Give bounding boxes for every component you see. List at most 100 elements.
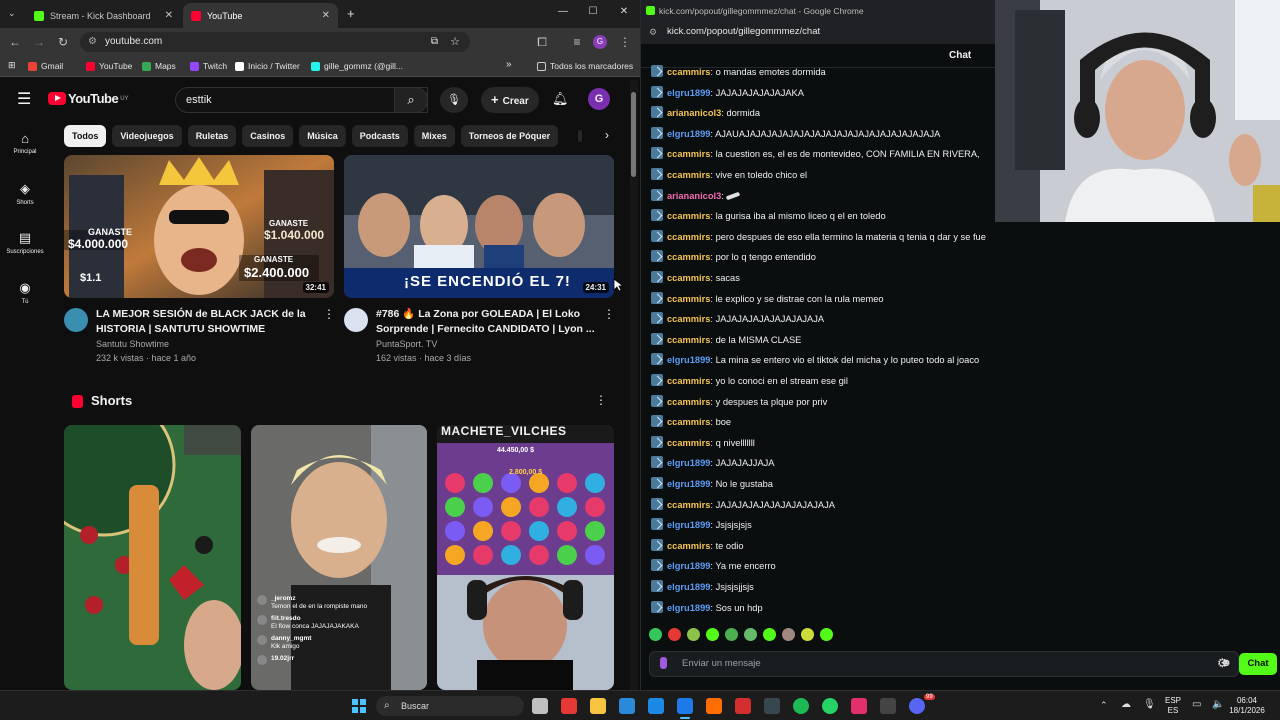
chat-username[interactable]: elgru1899: [667, 355, 710, 365]
language-indicator[interactable]: ESP ES: [1162, 696, 1184, 716]
chat-username[interactable]: ccammirs: [667, 211, 710, 221]
guide-item[interactable]: ◉ Tú: [0, 280, 50, 305]
tab-youtube[interactable]: YouTube ✕: [183, 3, 338, 28]
emote-icon[interactable]: [820, 628, 833, 641]
reload-icon[interactable]: ↻: [56, 35, 70, 49]
forward-icon[interactable]: →: [32, 35, 46, 49]
taskbar-search-box[interactable]: ⌕ Buscar: [376, 696, 524, 716]
browser-menu-icon[interactable]: ⋮: [618, 35, 632, 49]
chat-username[interactable]: ccammirs: [667, 541, 710, 551]
guide-item[interactable]: ▤ Suscripciones: [0, 230, 50, 255]
video-options-icon[interactable]: ⋮: [323, 307, 335, 321]
filter-chip[interactable]: Podcasts: [351, 125, 408, 147]
new-tab-icon[interactable]: +: [347, 6, 355, 21]
store-app-icon[interactable]: [619, 698, 635, 714]
app-icon[interactable]: [648, 698, 664, 714]
tab-search-icon[interactable]: ⌄: [8, 8, 16, 19]
youtube-logo[interactable]: YouTube UY: [48, 91, 129, 106]
chat-username[interactable]: elgru1899: [667, 582, 710, 592]
site-info-icon[interactable]: ⚙: [649, 22, 657, 42]
emote-icon[interactable]: [744, 628, 757, 641]
microphone-icon[interactable]: [660, 657, 667, 669]
chat-username[interactable]: ccammirs: [667, 314, 710, 324]
app-icon[interactable]: [764, 698, 780, 714]
start-button-icon[interactable]: [352, 699, 366, 713]
bookmark-item[interactable]: Gmail: [28, 61, 63, 71]
chat-username[interactable]: ccammirs: [667, 397, 710, 407]
emote-icon[interactable]: [763, 628, 776, 641]
filter-chip[interactable]: Mixes: [413, 125, 455, 147]
chat-message-input[interactable]: Enviar un mensaje ☻: [649, 651, 1239, 677]
chat-username[interactable]: elgru1899: [667, 479, 710, 489]
wifi-tray-icon[interactable]: ▭: [1192, 699, 1201, 710]
guide-item[interactable]: ⌂ Principal: [0, 131, 50, 155]
chat-username[interactable]: elgru1899: [667, 561, 710, 571]
shorts-options-icon[interactable]: ⋮: [595, 393, 607, 407]
filter-chip[interactable]: Música: [299, 125, 346, 147]
all-bookmarks-folder[interactable]: Todos los marcadores: [537, 61, 633, 71]
netflix-icon[interactable]: [735, 698, 751, 714]
microphone-tray-icon[interactable]: 🎙: [1143, 699, 1156, 710]
maximize-icon[interactable]: ☐: [585, 6, 601, 17]
app-icon[interactable]: [880, 698, 896, 714]
site-info-icon[interactable]: ⚙: [88, 32, 97, 52]
video-title[interactable]: LA MEJOR SESIÓN de BLACK JACK de la HIST…: [96, 307, 318, 337]
profile-avatar[interactable]: G: [593, 35, 607, 49]
emote-icon[interactable]: [782, 628, 795, 641]
emote-icon[interactable]: [668, 628, 681, 641]
chat-username[interactable]: ccammirs: [667, 294, 710, 304]
chat-username[interactable]: ccammirs: [667, 232, 710, 242]
filter-chip[interactable]: Torneos de Póquer: [460, 125, 559, 147]
filter-chip[interactable]: Videojuegos: [112, 125, 182, 147]
close-window-icon[interactable]: ✕: [616, 6, 632, 17]
bookmark-item[interactable]: Twitch: [190, 61, 227, 71]
app-icon[interactable]: [706, 698, 722, 714]
channel-avatar[interactable]: [344, 308, 368, 332]
emote-icon[interactable]: [801, 628, 814, 641]
emote-icon[interactable]: [649, 628, 662, 641]
clock[interactable]: 06:04 18/1/2026: [1222, 696, 1272, 716]
file-explorer-icon[interactable]: [590, 698, 606, 714]
chat-username[interactable]: ccammirs: [667, 149, 710, 159]
spotify-icon[interactable]: [793, 698, 809, 714]
chat-username[interactable]: ccammirs: [667, 67, 710, 77]
create-button[interactable]: + Crear: [481, 87, 539, 113]
chat-username[interactable]: ccammirs: [667, 417, 710, 427]
send-chat-button[interactable]: Chat: [1239, 653, 1277, 675]
video-channel[interactable]: PuntaSport. TV: [376, 337, 437, 351]
emote-icon[interactable]: [725, 628, 738, 641]
short-thumbnail-3[interactable]: MACHETE_VILCHES 44.450,00 $ 2.800,00 $: [437, 425, 614, 690]
voice-search-button[interactable]: 🎙: [440, 87, 468, 113]
account-avatar[interactable]: G: [588, 88, 610, 110]
chat-username[interactable]: ccammirs: [667, 376, 710, 386]
chat-username[interactable]: elgru1899: [667, 129, 710, 139]
chat-username[interactable]: ccammirs: [667, 170, 710, 180]
bookmark-item[interactable]: Inicio / Twitter: [235, 61, 300, 71]
chat-username[interactable]: elgru1899: [667, 88, 710, 98]
channel-avatar[interactable]: [64, 308, 88, 332]
chat-username[interactable]: ariananicol3: [667, 191, 721, 201]
close-tab-icon[interactable]: ✕: [322, 10, 330, 21]
chat-settings-gear-icon[interactable]: ⚙: [1217, 656, 1228, 670]
network-tray-icon[interactable]: ☁: [1121, 699, 1131, 710]
filter-chip[interactable]: Todos: [64, 125, 107, 147]
video-options-icon[interactable]: ⋮: [603, 307, 615, 321]
tab-kick-dashboard[interactable]: Stream - Kick Dashboard ✕: [26, 3, 181, 28]
extensions-icon[interactable]: ⧠: [535, 35, 549, 50]
video-thumbnail-1[interactable]: GANASTE $4.000.000 GANASTE $1.040.000 GA…: [64, 155, 334, 298]
app-icon[interactable]: [561, 698, 577, 714]
video-channel[interactable]: Santutu Showtime: [96, 337, 169, 351]
chat-username[interactable]: ccammirs: [667, 252, 710, 262]
chat-username[interactable]: ccammirs: [667, 500, 710, 510]
video-title[interactable]: #786 🔥 La Zona por GOLEADA | El Loko Sor…: [376, 307, 598, 337]
back-icon[interactable]: ←: [8, 35, 22, 49]
guide-item[interactable]: ◈ Shorts: [0, 181, 50, 206]
bookmark-item[interactable]: Maps: [142, 61, 176, 71]
filter-chip[interactable]: Casinos: [242, 125, 294, 147]
filter-chip[interactable]: Ruletas: [187, 125, 237, 147]
short-thumbnail-2[interactable]: _jeromz Temon el de en la rompiste mano fi…: [251, 425, 427, 690]
bookmark-item[interactable]: gille_gommz (@gill...: [311, 61, 403, 71]
chat-username[interactable]: ccammirs: [667, 335, 710, 345]
chips-next-icon[interactable]: ›: [605, 128, 609, 142]
emote-icon[interactable]: [706, 628, 719, 641]
